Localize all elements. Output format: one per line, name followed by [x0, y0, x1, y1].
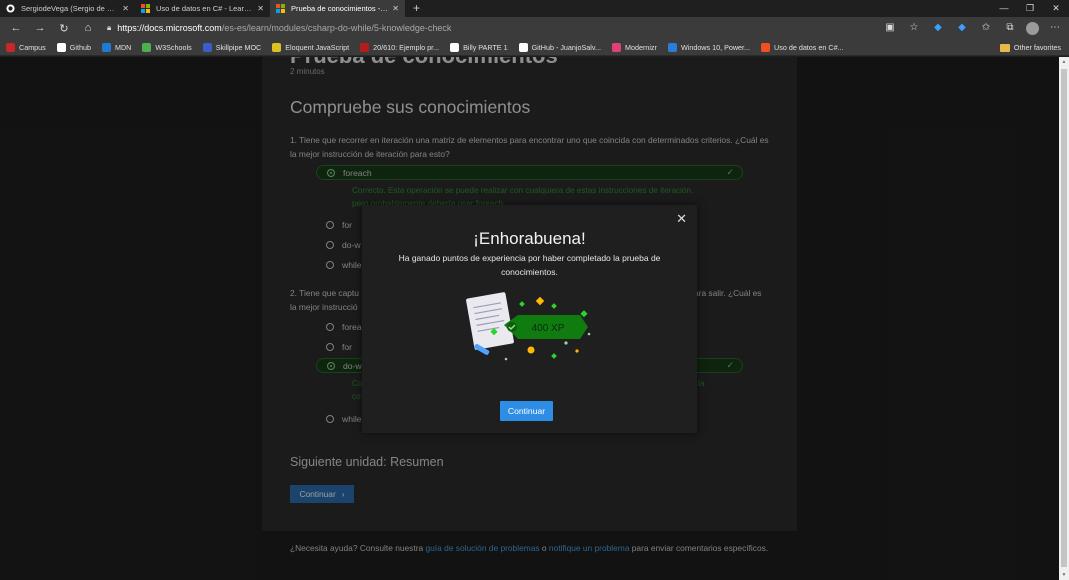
home-icon[interactable]: ⌂	[76, 22, 100, 34]
browser-tab-3[interactable]: Prueba de conocimientos - Lear ✕	[270, 0, 405, 17]
scroll-up-icon[interactable]: ▲	[1059, 59, 1069, 65]
bookmark-label: Github	[69, 42, 91, 52]
dialog-title: ¡Enhorabuena!	[473, 229, 586, 248]
bookmark-item[interactable]: Skillpipe MOC	[202, 42, 262, 52]
close-tab-icon[interactable]: ✕	[122, 4, 129, 13]
profile-avatar[interactable]	[1026, 21, 1039, 35]
extension-icon[interactable]: ◆	[930, 20, 946, 36]
bookmark-item[interactable]: Billy PARTE 1	[450, 42, 508, 52]
scroll-down-icon[interactable]: ▼	[1059, 572, 1069, 578]
favorite-star-icon[interactable]: ☆	[906, 20, 922, 36]
read-aloud-icon[interactable]: ▣	[882, 20, 898, 36]
url-path: /es-es/learn/modules/csharp-do-while/5-k…	[221, 23, 452, 33]
bookmark-item[interactable]: MDN	[101, 42, 132, 52]
back-icon[interactable]: ←	[4, 22, 28, 34]
bookmark-item[interactable]: Modernizr	[611, 42, 657, 52]
bookmark-icon	[518, 42, 528, 52]
address-bar[interactable]: 🔒︎ https://docs.microsoft.com/es-es/lear…	[107, 20, 887, 36]
bookmark-label: W3Schools	[155, 42, 192, 52]
tab-title: Prueba de conocimientos - Lear	[291, 4, 389, 13]
xp-amount: 400 XP	[532, 323, 565, 334]
microsoft-icon	[276, 4, 285, 13]
bookmark-icon	[101, 42, 111, 52]
bookmarks-bar: Campus Github MDN W3Schools Skillpipe MO…	[0, 39, 1069, 56]
folder-icon	[999, 43, 1010, 52]
scroll-thumb[interactable]	[1061, 69, 1067, 567]
congrats-dialog: ✕ ¡Enhorabuena! Ha ganado puntos de expe…	[362, 205, 697, 433]
close-tab-icon[interactable]: ✕	[257, 4, 264, 13]
bookmark-icon	[450, 42, 460, 52]
bookmark-label: Modernizr	[624, 42, 657, 52]
bookmark-icon	[667, 42, 677, 52]
github-icon	[6, 4, 15, 13]
bookmark-item[interactable]: Uso de datos en C#...	[761, 42, 844, 52]
bookmark-icon	[360, 42, 370, 52]
bookmark-label: MDN	[114, 42, 132, 52]
bookmark-label: Windows 10, Power...	[680, 42, 751, 52]
close-icon[interactable]: ✕	[676, 211, 687, 227]
xp-banner: 400 XP	[504, 315, 588, 339]
collections-icon[interactable]: ⧉	[1002, 20, 1018, 36]
url-host: https://docs.microsoft.com	[117, 23, 222, 33]
bookmark-item[interactable]: W3Schools	[142, 42, 192, 52]
favorites-icon[interactable]: ✩	[978, 20, 994, 36]
bookmark-icon	[142, 42, 152, 52]
bookmark-label: Campus	[19, 42, 46, 52]
bookmark-icon	[611, 42, 621, 52]
bookmark-item[interactable]: Windows 10, Power...	[667, 42, 751, 52]
restore-icon[interactable]: ❐	[1017, 0, 1043, 17]
more-icon[interactable]: ⋯	[1047, 20, 1063, 36]
bookmark-item[interactable]: 20/610: Ejemplo pr...	[360, 42, 440, 52]
browser-toolbar: ← → ↻ ⌂ 🔒︎ https://docs.microsoft.com/es…	[0, 17, 1069, 39]
other-favorites-label: Other favorites	[1013, 43, 1061, 52]
tab-title: SergiodeVega (Sergio de Vega A	[21, 4, 118, 13]
bookmark-icon	[272, 42, 282, 52]
bookmark-icon	[6, 42, 15, 52]
bookmark-item[interactable]: Github	[56, 42, 91, 52]
bookmark-item[interactable]: Eloquent JavaScript	[272, 42, 350, 52]
lock-icon: 🔒︎	[107, 23, 112, 32]
forward-icon[interactable]: →	[28, 22, 52, 34]
bookmark-item[interactable]: Campus	[6, 42, 46, 52]
browser-tab-2[interactable]: Uso de datos en C# - Learn | Mic ✕	[135, 0, 270, 17]
bookmark-item[interactable]: GitHub - JuanjoSalv...	[518, 42, 601, 52]
tab-strip: SergiodeVega (Sergio de Vega A ✕ Uso de …	[0, 0, 1069, 17]
toolbar-actions: ▣ ☆ ◆ ◆ ✩ ⧉ ⋯	[882, 20, 1063, 36]
bookmark-label: GitHub - JuanjoSalv...	[531, 42, 601, 52]
new-tab-button[interactable]: +	[405, 0, 428, 17]
xp-badge-illustration: 400 XP	[466, 292, 591, 361]
close-tab-icon[interactable]: ✕	[392, 4, 399, 13]
refresh-icon[interactable]: ↻	[52, 22, 76, 35]
continue-button[interactable]: Continuar	[500, 401, 553, 421]
other-favorites[interactable]: Other favorites	[999, 39, 1061, 56]
dialog-message: Ha ganado puntos de experiencia por habe…	[398, 253, 661, 277]
close-window-icon[interactable]: ✕	[1043, 0, 1069, 17]
bookmark-icon	[202, 42, 212, 52]
bookmark-label: Skillpipe MOC	[215, 42, 262, 52]
bookmark-label: Billy PARTE 1	[463, 42, 508, 52]
browser-tab-1[interactable]: SergiodeVega (Sergio de Vega A ✕	[0, 0, 135, 17]
page-scrollbar[interactable]: ▲ ▼	[1059, 57, 1069, 580]
bookmark-label: Eloquent JavaScript	[285, 42, 350, 52]
bookmark-label: Uso de datos en C#...	[774, 42, 844, 52]
microsoft-icon	[141, 4, 150, 13]
bookmark-icon	[56, 42, 66, 52]
extension-icon[interactable]: ◆	[954, 20, 970, 36]
window-controls: — ❐ ✕	[991, 0, 1069, 17]
bookmark-label: 20/610: Ejemplo pr...	[373, 42, 440, 52]
tab-title: Uso de datos en C# - Learn | Mic	[156, 4, 253, 13]
bookmark-icon	[761, 42, 771, 52]
minimize-icon[interactable]: —	[991, 0, 1017, 17]
